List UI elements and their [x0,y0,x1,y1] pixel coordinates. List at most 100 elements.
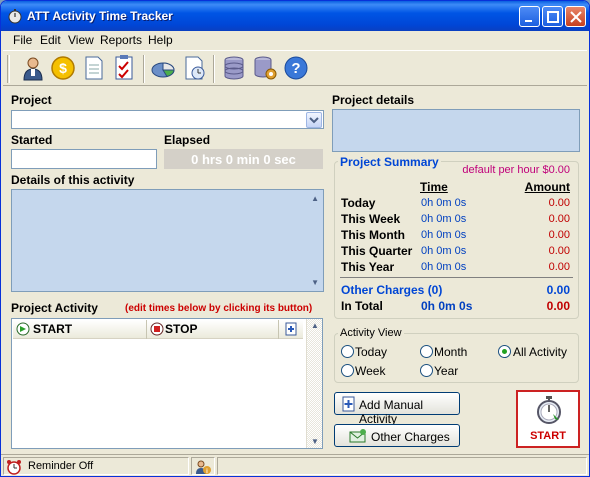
radio-all-activity[interactable] [498,345,511,358]
toolbar-separator [213,55,215,83]
activity-list-scrollbar[interactable]: ▲ ▼ [306,319,322,448]
menu-bar: File Edit View Reports Help [1,31,589,49]
radio-today[interactable] [341,345,354,358]
summary-row-label: This Quarter [341,244,413,258]
amount-header: Amount [524,180,570,194]
details-textarea[interactable]: ▲ ▼ [11,189,324,292]
close-icon [570,11,582,23]
scroll-down-arrow-icon[interactable]: ▼ [311,278,319,287]
radio-week[interactable] [341,364,354,377]
start-button[interactable]: START [516,390,580,448]
stopwatch-icon [8,9,22,24]
dollar-icon[interactable]: $ [49,54,77,82]
summary-divider [340,277,573,278]
scroll-down-arrow-icon[interactable]: ▼ [311,437,319,446]
summary-row-label: This Week [341,212,401,226]
radio-all-activity-label[interactable]: All Activity [513,345,567,359]
app-window: ATT Activity Time Tracker File Edit View… [0,0,590,477]
summary-row-amount: 0.00 [548,213,570,225]
column-stop[interactable]: STOP [147,320,279,339]
user-icon[interactable] [19,54,47,82]
help-icon[interactable]: ? [282,54,310,82]
menu-view[interactable]: View [68,33,94,47]
project-summary-title: Project Summary [338,155,441,169]
other-charges-summary-amount: 0.00 [546,283,570,297]
summary-row-amount: 0.00 [548,245,570,257]
other-charges-button[interactable]: Other Charges [334,424,460,447]
alarm-clock-icon[interactable] [6,459,22,475]
summary-row-amount: 0.00 [548,261,570,273]
toolbar-grip[interactable] [7,55,10,83]
column-start-label: START [33,322,73,336]
menu-file[interactable]: File [13,33,32,47]
column-stop-label: STOP [165,322,198,336]
radio-today-label[interactable]: Today [355,345,387,359]
activity-view-title: Activity View [338,327,404,339]
started-field[interactable] [11,149,157,169]
menu-reports[interactable]: Reports [100,33,142,47]
radio-week-label[interactable]: Week [355,364,385,378]
scroll-up-arrow-icon[interactable]: ▲ [311,321,319,330]
minimize-button[interactable] [519,6,540,27]
radio-year-label[interactable]: Year [434,364,458,378]
svg-text:?: ? [291,60,300,77]
radio-year[interactable] [420,364,433,377]
project-details-label: Project details [332,93,415,107]
summary-row-time: 0h 0m 0s [421,197,467,209]
add-manual-activity-button[interactable]: Add Manual Activity [334,392,460,426]
total-amount: 0.00 [546,299,570,313]
summary-row-label: Today [341,196,376,210]
summary-row-label: This Year [341,260,395,274]
radio-month-label[interactable]: Month [434,345,467,359]
time-header: Time [420,180,448,194]
status-empty-panel [217,457,587,475]
database-icon[interactable] [220,54,248,82]
total-label: In Total [341,299,383,313]
reminder-status: Reminder Off [28,460,94,472]
stop-clock-icon [150,322,164,336]
database-settings-icon[interactable] [251,54,279,82]
add-activity-icon [342,396,355,412]
report-icon[interactable] [180,54,208,82]
activity-view-group: Activity View Today Month All Activity W… [334,327,579,383]
title-bar[interactable]: ATT Activity Time Tracker [1,1,589,31]
combo-dropdown-button[interactable] [306,112,322,128]
column-start[interactable]: START [13,320,147,339]
activity-list-header: START STOP [13,320,303,339]
user-info-icon[interactable]: i [195,459,211,475]
close-button[interactable] [565,6,586,27]
status-reminder-panel: Reminder Off [3,457,189,475]
project-combobox[interactable] [11,110,324,129]
summary-row-time: 0h 0m 0s [421,213,467,225]
summary-row-label: This Month [341,228,405,242]
money-envelope-icon [349,429,366,443]
add-manual-activity-label: Add Manual Activity [359,398,424,426]
column-edit[interactable] [279,320,303,339]
add-row-icon [285,322,297,336]
radio-month[interactable] [420,345,433,358]
edit-times-hint: (edit times below by clicking its button… [125,303,313,314]
chevron-down-icon [309,117,319,124]
start-clock-icon [16,322,30,336]
project-label: Project [11,93,52,107]
toolbar: $ ? [3,50,587,86]
summary-row-amount: 0.00 [548,229,570,241]
menu-help[interactable]: Help [148,33,173,47]
toolbar-separator [143,55,145,83]
pie-chart-icon[interactable] [149,54,177,82]
project-summary-group: Project Summary default per hour $0.00 T… [334,155,579,319]
project-details-box[interactable] [332,109,580,152]
elapsed-label: Elapsed [164,133,211,147]
maximize-button[interactable] [542,6,563,27]
status-bar: Reminder Off i [1,454,589,476]
project-activity-label: Project Activity [11,301,98,315]
document-icon[interactable] [80,54,108,82]
scroll-up-arrow-icon[interactable]: ▲ [311,194,319,203]
details-label: Details of this activity [11,173,135,187]
checklist-icon[interactable] [110,54,138,82]
window-title: ATT Activity Time Tracker [27,9,173,23]
started-label: Started [11,133,53,147]
summary-row-time: 0h 0m 0s [421,261,467,273]
menu-edit[interactable]: Edit [40,33,61,47]
total-time: 0h 0m 0s [421,299,473,313]
